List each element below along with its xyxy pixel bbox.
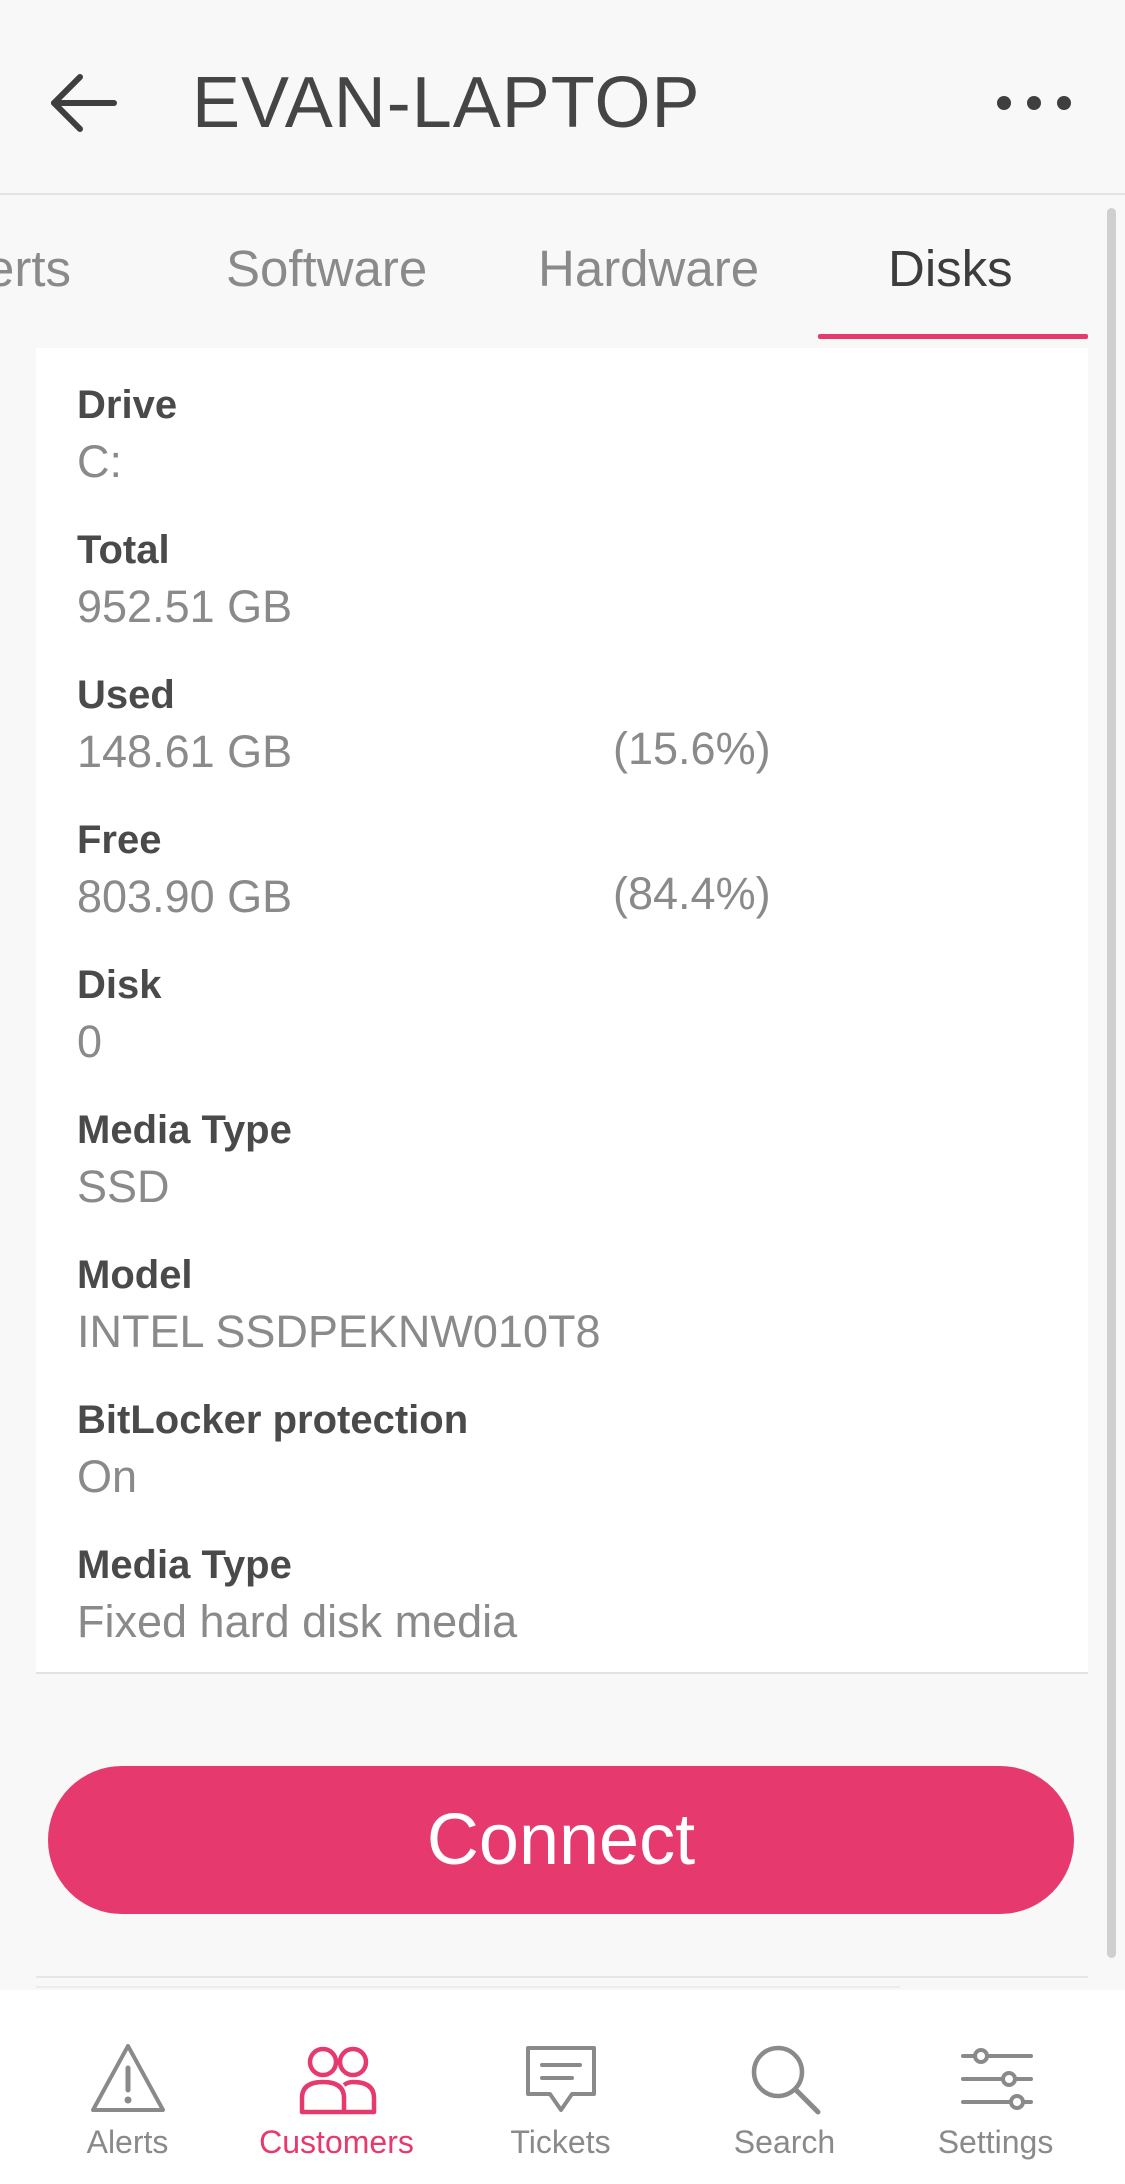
tab-alerts[interactable]: erts [0,239,71,298]
field-label: Used [77,673,175,717]
back-button[interactable] [40,58,130,148]
search-icon [751,2045,821,2115]
free-field: Free 803.90 GB (84.4%) [77,816,1077,926]
nav-alerts[interactable]: Alerts [15,1990,240,2184]
more-horizontal-icon [997,96,1071,110]
field-value: 148.61 GB [77,726,293,777]
field-label: Total [77,528,170,572]
field-label: Disk [77,963,162,1007]
active-tab-indicator [818,334,1088,339]
customers-icon [299,2046,377,2115]
device-detail-screen: EVAN-LAPTOP erts Software Hardware Disks… [0,0,1125,2184]
field-value: 0 [77,1016,103,1067]
field-value: 952.51 GB [77,581,293,632]
field-value: C: [77,436,122,487]
field-value: On [77,1451,138,1502]
tab-disks[interactable]: Disks [888,239,1013,298]
nav-tickets[interactable]: Tickets [448,1990,673,2184]
tab-software[interactable]: Software [226,239,427,298]
divider [36,1976,1088,1978]
total-field: Total 952.51 GB [77,526,292,636]
more-options-button[interactable] [988,68,1080,138]
connect-button[interactable]: Connect [48,1766,1074,1914]
sliders-icon [961,2048,1033,2110]
field-value: INTEL SSDPEKNW010T8 [77,1306,601,1357]
drive-field: Drive C: [77,381,177,491]
field-value: 803.90 GB [77,871,293,922]
free-percent: (84.4%) [613,868,771,919]
nav-customers[interactable]: Customers [224,1990,449,2184]
bitlocker-field: BitLocker protection On [77,1396,468,1506]
model-field: Model INTEL SSDPEKNW010T8 [77,1251,601,1361]
nav-label: Customers [259,2124,414,2160]
field-value: Fixed hard disk media [77,1596,518,1647]
bottom-nav: Alerts Customers Tickets Search Settings [0,1990,1125,2184]
tab-hardware[interactable]: Hardware [538,239,759,298]
arrow-left-icon [51,74,117,132]
field-label: Drive [77,383,178,427]
used-percent: (15.6%) [613,723,771,774]
field-label: Model [77,1253,193,1297]
nav-label: Alerts [86,2124,169,2160]
tab-bar: erts Software Hardware Disks [0,197,1125,342]
header-bar: EVAN-LAPTOP [0,0,1125,195]
nav-label: Search [733,2124,836,2160]
disk-info-card: Drive C: Total 952.51 GB Used 148.61 GB … [36,348,1088,1674]
message-icon [526,2046,596,2112]
field-label: Free [77,818,162,862]
nav-label: Tickets [510,2124,611,2160]
nav-search[interactable]: Search [672,1990,897,2184]
nav-label: Settings [937,2124,1054,2160]
nav-settings[interactable]: Settings [883,1990,1108,2184]
divider [36,1986,900,1988]
media-type-field-2: Media Type Fixed hard disk media [77,1541,517,1651]
field-label: Media Type [77,1543,292,1587]
scrollbar[interactable] [1107,208,1116,1958]
field-label: BitLocker protection [77,1398,469,1442]
used-field: Used 148.61 GB (15.6%) [77,671,1077,781]
disk-number-field: Disk 0 [77,961,162,1071]
warning-triangle-icon [91,2044,165,2112]
field-label: Media Type [77,1108,292,1152]
field-value: SSD [77,1161,170,1212]
media-type-field: Media Type SSD [77,1106,292,1216]
page-title: EVAN-LAPTOP [192,63,701,143]
